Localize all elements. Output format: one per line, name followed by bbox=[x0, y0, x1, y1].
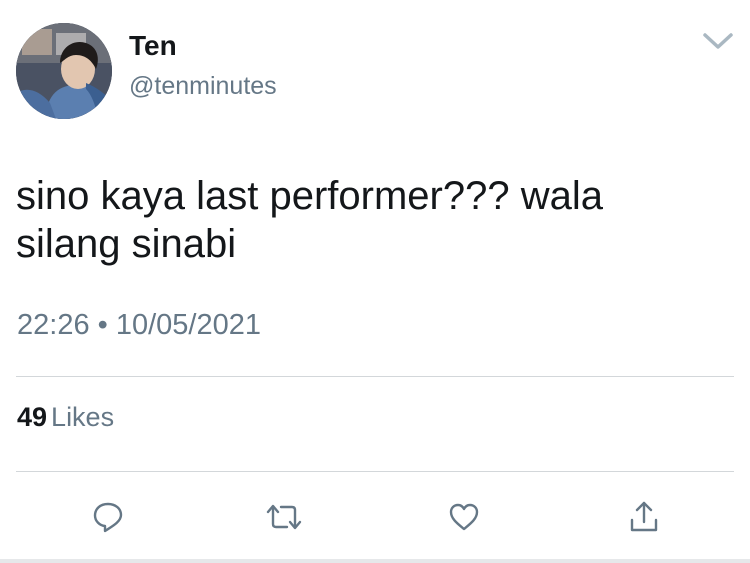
likes-stat[interactable]: 49 Likes bbox=[17, 400, 114, 434]
retweet-button[interactable] bbox=[262, 495, 306, 539]
divider bbox=[16, 376, 734, 377]
share-icon bbox=[630, 501, 658, 532]
divider bbox=[0, 559, 750, 563]
reply-icon bbox=[93, 502, 123, 533]
chevron-down-icon[interactable] bbox=[700, 26, 736, 54]
heart-icon bbox=[449, 503, 479, 531]
retweet-icon bbox=[266, 504, 302, 530]
tweet-card: Ten @tenminutes sino kaya last performer… bbox=[0, 0, 750, 563]
author-display-name[interactable]: Ten bbox=[129, 30, 177, 62]
avatar-photo bbox=[16, 23, 112, 119]
tweet-text-line-2: silang sinabi bbox=[16, 222, 237, 266]
likes-count: 49 bbox=[17, 402, 48, 432]
tweet-text-line-1: sino kaya last performer??? wala bbox=[16, 174, 603, 218]
share-button[interactable] bbox=[622, 495, 666, 539]
divider bbox=[16, 471, 734, 472]
like-button[interactable] bbox=[442, 495, 486, 539]
tweet-text: sino kaya last performer??? wala silang … bbox=[16, 172, 716, 268]
reply-button[interactable] bbox=[86, 495, 130, 539]
likes-label: Likes bbox=[51, 402, 115, 432]
avatar[interactable] bbox=[16, 23, 112, 119]
tweet-timestamp[interactable]: 22:26 • 10/05/2021 bbox=[17, 307, 261, 343]
author-handle[interactable]: @tenminutes bbox=[129, 71, 277, 101]
